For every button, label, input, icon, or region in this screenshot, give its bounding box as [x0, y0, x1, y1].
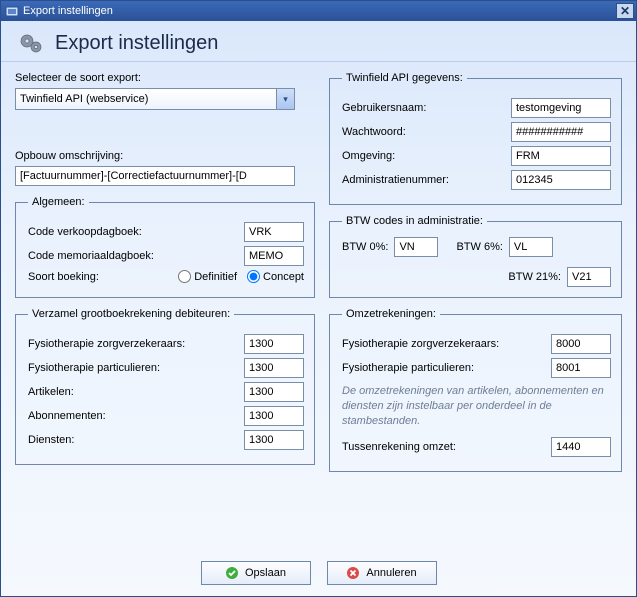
verzamel-input-4[interactable]	[244, 430, 304, 450]
cancel-icon	[346, 566, 360, 580]
opbouw-block: Opbouw omschrijving:	[15, 150, 315, 186]
code-verkoop-input[interactable]	[244, 222, 304, 242]
opbouw-input[interactable]	[15, 166, 295, 186]
verzamel-input-2[interactable]	[244, 382, 304, 402]
wachtwoord-label: Wachtwoord:	[342, 126, 503, 138]
footer: Opslaan Annuleren	[1, 556, 636, 596]
gebruikersnaam-input[interactable]	[511, 98, 611, 118]
btw-0-input[interactable]	[394, 237, 438, 257]
verzamel-input-3[interactable]	[244, 406, 304, 426]
btw-6-label: BTW 6%:	[456, 241, 502, 253]
omgeving-input[interactable]	[511, 146, 611, 166]
code-verkoop-label: Code verkoopdagboek:	[28, 226, 236, 238]
page-title: Export instellingen	[55, 32, 218, 55]
fysio-zorg-label: Fysiotherapie zorgverzekeraars:	[342, 338, 543, 350]
algemeen-legend: Algemeen:	[28, 196, 89, 208]
soort-boeking-label: Soort boeking:	[28, 271, 170, 283]
titlebar: Export instellingen ✕	[1, 1, 636, 21]
radio-definitief-label: Definitief	[194, 271, 237, 283]
cancel-button[interactable]: Annuleren	[327, 561, 437, 585]
radio-concept-label: Concept	[263, 271, 304, 283]
titlebar-title: Export instellingen	[23, 5, 113, 17]
check-icon	[225, 566, 239, 580]
right-column: Twinfield API gegevens: Gebruikersnaam: …	[329, 72, 622, 550]
verzamel-row: Abonnementen:	[28, 406, 304, 426]
verzamel-label: Artikelen:	[28, 386, 236, 398]
verzamel-row: Artikelen:	[28, 382, 304, 402]
opbouw-label: Opbouw omschrijving:	[15, 150, 315, 162]
twinfield-legend: Twinfield API gegevens:	[342, 72, 467, 84]
cancel-button-label: Annuleren	[366, 567, 416, 579]
export-settings-window: Export instellingen ✕ Export instellinge…	[0, 0, 637, 597]
admin-label: Administratienummer:	[342, 174, 503, 186]
verzamel-label: Abonnementen:	[28, 410, 236, 422]
btw-0-label: BTW 0%:	[342, 241, 388, 253]
wachtwoord-input[interactable]	[511, 122, 611, 142]
code-memoriaal-label: Code memoriaaldagboek:	[28, 250, 236, 262]
fysio-part-input[interactable]	[551, 358, 611, 378]
verzamel-legend: Verzamel grootboekrekening debiteuren:	[28, 308, 234, 320]
save-button-label: Opslaan	[245, 567, 286, 579]
verzamel-label: Fysiotherapie zorgverzekeraars:	[28, 338, 236, 350]
fysio-part-label: Fysiotherapie particulieren:	[342, 362, 543, 374]
code-memoriaal-input[interactable]	[244, 246, 304, 266]
close-icon: ✕	[620, 4, 630, 18]
export-type-select[interactable]	[15, 88, 295, 110]
btw-group: BTW codes in administratie: BTW 0%: BTW …	[329, 215, 622, 298]
btw-21-input[interactable]	[567, 267, 611, 287]
header: Export instellingen	[1, 21, 636, 62]
algemeen-group: Algemeen: Code verkoopdagboek: Code memo…	[15, 196, 315, 298]
admin-input[interactable]	[511, 170, 611, 190]
tussen-input[interactable]	[551, 437, 611, 457]
close-button[interactable]: ✕	[616, 3, 634, 19]
btw-legend: BTW codes in administratie:	[342, 215, 487, 227]
gears-icon	[17, 29, 45, 57]
verzamel-group: Verzamel grootboekrekening debiteuren: F…	[15, 308, 315, 465]
verzamel-input-0[interactable]	[244, 334, 304, 354]
verzamel-row: Fysiotherapie zorgverzekeraars:	[28, 334, 304, 354]
verzamel-input-1[interactable]	[244, 358, 304, 378]
content: Selecteer de soort export: ▾ Opbouw omsc…	[1, 62, 636, 556]
omzet-note: De omzetrekeningen van artikelen, abonne…	[342, 384, 611, 429]
omgeving-label: Omgeving:	[342, 150, 503, 162]
radio-concept-input[interactable]	[247, 270, 260, 283]
tussen-label: Tussenrekening omzet:	[342, 441, 543, 453]
verzamel-row: Diensten:	[28, 430, 304, 450]
fysio-zorg-input[interactable]	[551, 334, 611, 354]
btw-6-input[interactable]	[509, 237, 553, 257]
radio-definitief-input[interactable]	[178, 270, 191, 283]
btw-21-label: BTW 21%:	[508, 271, 561, 283]
left-column: Selecteer de soort export: ▾ Opbouw omsc…	[15, 72, 315, 550]
radio-concept[interactable]: Concept	[247, 270, 304, 283]
verzamel-row: Fysiotherapie particulieren:	[28, 358, 304, 378]
verzamel-label: Diensten:	[28, 434, 236, 446]
twinfield-group: Twinfield API gegevens: Gebruikersnaam: …	[329, 72, 622, 205]
omzet-group: Omzetrekeningen: Fysiotherapie zorgverze…	[329, 308, 622, 472]
gebruikersnaam-label: Gebruikersnaam:	[342, 102, 503, 114]
export-type-block: Selecteer de soort export: ▾	[15, 72, 315, 110]
omzet-legend: Omzetrekeningen:	[342, 308, 440, 320]
radio-definitief[interactable]: Definitief	[178, 270, 237, 283]
save-button[interactable]: Opslaan	[201, 561, 311, 585]
verzamel-label: Fysiotherapie particulieren:	[28, 362, 236, 374]
export-type-label: Selecteer de soort export:	[15, 72, 315, 84]
app-icon	[5, 4, 19, 18]
